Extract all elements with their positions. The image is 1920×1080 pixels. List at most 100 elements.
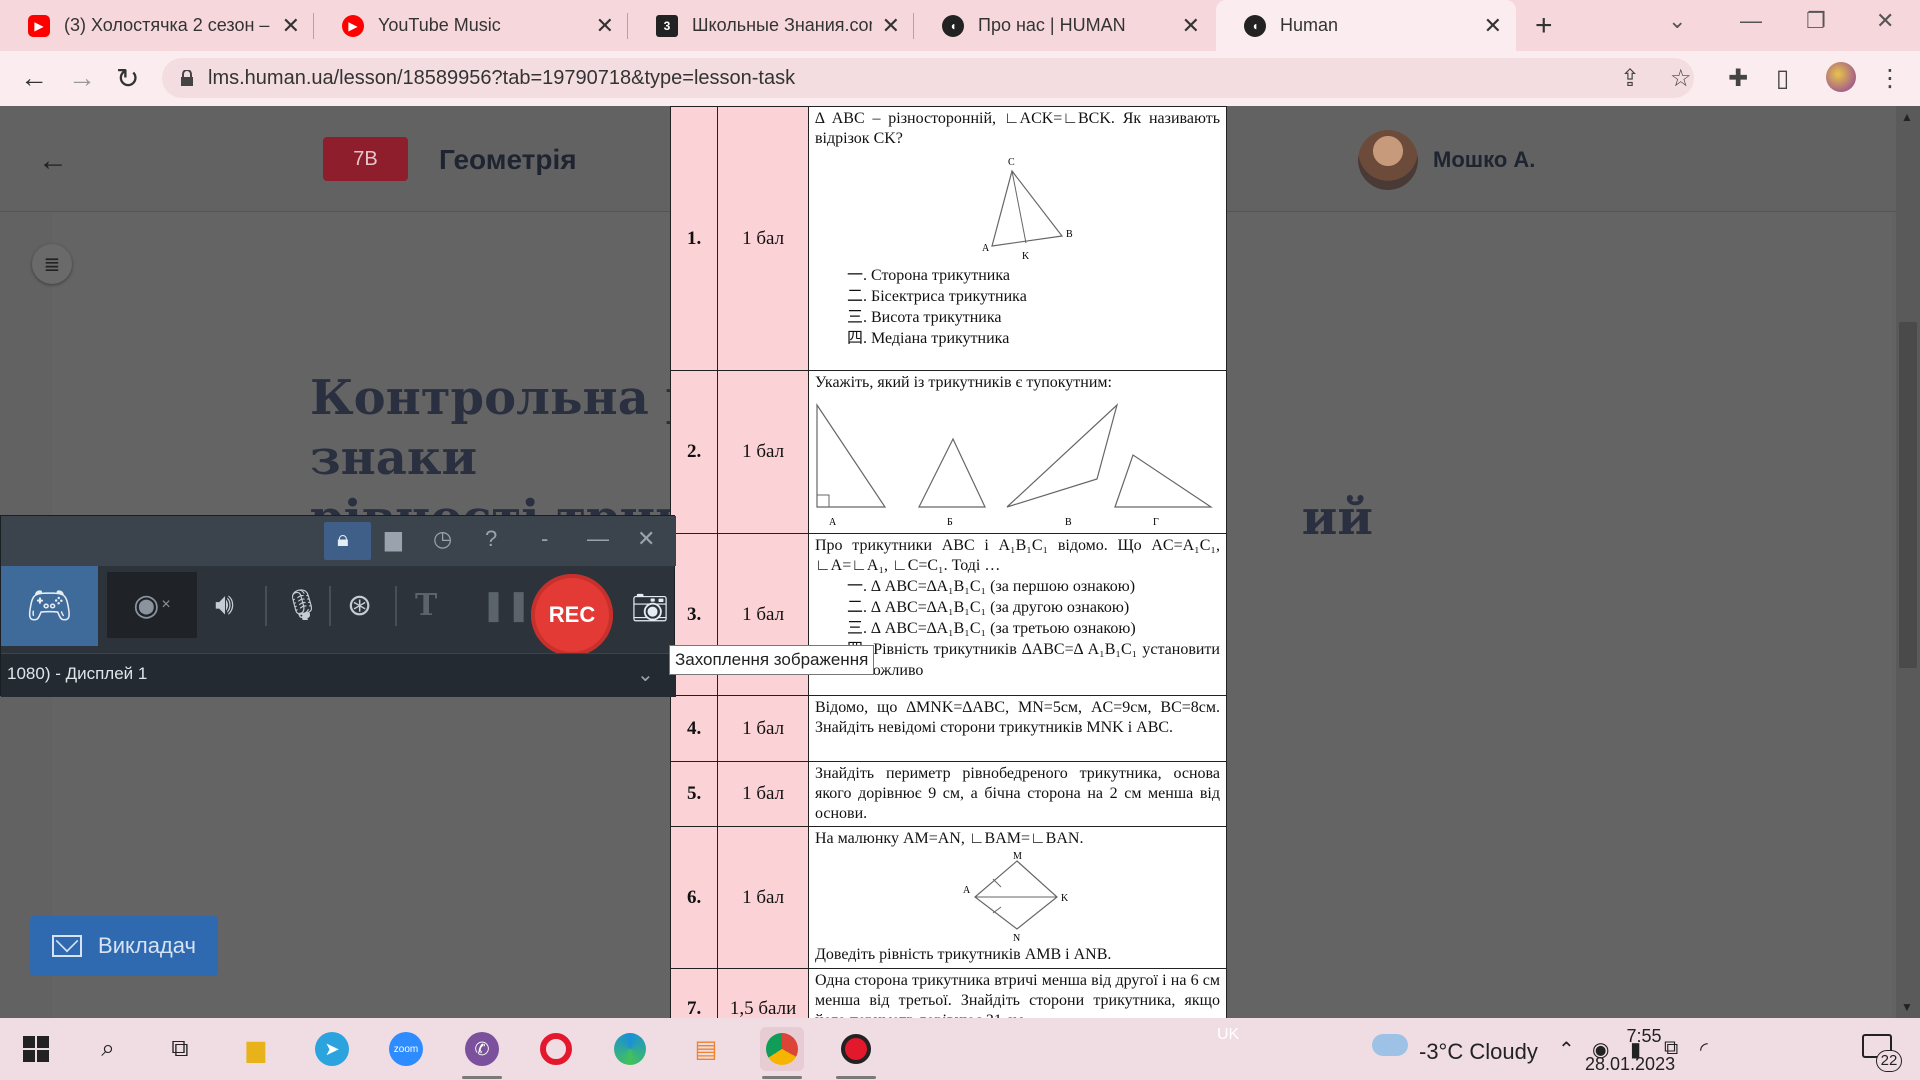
task-text: На малюнку AM=AN, ∟BAM=∟BAN. M A K N Дов…: [807, 826, 1227, 969]
telegram-icon[interactable]: ➤: [310, 1027, 354, 1071]
chrome-icon[interactable]: [760, 1027, 804, 1071]
cursor-click-icon[interactable]: ⊛: [347, 588, 372, 623]
option-1: ⼀. Сторона трикутника: [846, 267, 1010, 284]
minimize-icon[interactable]: —: [587, 526, 609, 552]
speaker-icon[interactable]: 🔊︎: [215, 588, 234, 622]
search-icon[interactable]: ⌕: [86, 1027, 130, 1071]
table-row: 6. 1 бал На малюнку AM=AN, ∟BAM=∟BAN. M …: [670, 826, 1227, 969]
extensions-puzzle-icon[interactable]: ✚: [1728, 64, 1748, 93]
option-3: 三. Висота трикутника: [846, 309, 1002, 326]
forward-arrow-icon[interactable]: →: [68, 62, 96, 94]
clock-time[interactable]: 7:55: [1598, 1026, 1690, 1047]
close-icon[interactable]: ✕: [882, 13, 900, 39]
task-number: 2.: [670, 370, 719, 534]
pause-icon[interactable]: ❚❚: [481, 588, 531, 623]
close-icon[interactable]: ✕: [1182, 13, 1200, 39]
task-view-icon[interactable]: ⧉: [158, 1027, 202, 1071]
task-number: 4.: [670, 695, 719, 762]
close-icon[interactable]: ✕: [596, 13, 614, 39]
task-points: 1 бал: [717, 761, 809, 827]
divider: [395, 586, 397, 626]
option-4: 四. Медіана трикутника: [846, 330, 1010, 347]
task-number: 6.: [670, 826, 719, 969]
record-button[interactable]: REC: [531, 574, 613, 656]
folder-icon[interactable]: ▆: [385, 526, 402, 552]
windows-start-icon[interactable]: [14, 1027, 58, 1071]
close-icon[interactable]: ✕: [637, 526, 655, 552]
svg-text:K: K: [1061, 893, 1069, 904]
back-arrow-icon[interactable]: ←: [38, 144, 68, 178]
app-running-indicator: [836, 1076, 876, 1079]
human-icon: ◖: [1244, 14, 1266, 37]
tab-title: YouTube Music: [378, 15, 501, 35]
close-icon[interactable]: ✕: [282, 13, 300, 39]
weather-widget[interactable]: -3°C Cloudy: [1419, 1039, 1538, 1065]
camera-icon[interactable]: 📷︎: [631, 591, 669, 626]
viber-icon[interactable]: ✆: [460, 1027, 504, 1071]
back-arrow-icon[interactable]: ←: [20, 62, 48, 94]
close-icon[interactable]: ✕: [1484, 13, 1502, 39]
svg-text:M: M: [1013, 851, 1022, 862]
reload-icon[interactable]: ↻: [116, 62, 139, 95]
task-text: Одна сторона трикутника втричі менша від…: [807, 968, 1227, 1018]
browser-tab-bar: ▶ (3) Холостячка 2 сезон – ✕ ▶ YouTube M…: [0, 0, 1920, 51]
opera-icon[interactable]: [534, 1027, 578, 1071]
cloud-icon: [1372, 1034, 1408, 1056]
table-row: 7. 1,5 бали Одна сторона трикутника втри…: [670, 968, 1227, 1018]
recorder-app-icon[interactable]: [834, 1027, 878, 1071]
clock-icon[interactable]: ◷: [433, 526, 452, 552]
teacher-avatar[interactable]: [1358, 130, 1418, 190]
language-indicator[interactable]: UK: [1217, 1026, 1239, 1044]
document-app-icon[interactable]: ▤: [684, 1027, 728, 1071]
bookmark-star-icon[interactable]: ☆: [1670, 64, 1692, 93]
scroll-up-arrow-icon[interactable]: ▲: [1901, 110, 1913, 124]
webcam-off-icon[interactable]: ◉ ×: [107, 572, 197, 638]
file-explorer-icon[interactable]: ▆: [234, 1027, 278, 1071]
kebab-menu-icon[interactable]: ⋮: [1878, 64, 1902, 93]
wifi-icon[interactable]: ◜: [1700, 1037, 1708, 1062]
screenshot-tooltip: Захоплення зображення: [669, 645, 875, 675]
option-2: ⼆. ∆ ABC=∆A₁B₁C₁ (за другою ознакою): [846, 599, 1130, 616]
browser-tab-3[interactable]: 3 Школьные Знания.com - ✕: [628, 0, 914, 51]
youtube-icon: ▶: [28, 14, 50, 37]
browser-tab-4[interactable]: ◖ Про нас | HUMAN ✕: [914, 0, 1214, 51]
lesson-menu-icon[interactable]: ≣: [32, 244, 72, 284]
contact-teacher-button[interactable]: Викладач: [30, 916, 218, 976]
option-4: 四. Рівність трикутників ∆ABC=∆ A₁B₁C₁ ус…: [846, 641, 1220, 679]
browser-tab-2[interactable]: ▶ YouTube Music ✕: [314, 0, 628, 51]
new-tab-icon[interactable]: +: [1535, 9, 1553, 43]
svg-text:C: C: [1008, 157, 1015, 168]
minimize-icon[interactable]: —: [1740, 8, 1762, 34]
restore-icon[interactable]: ❐: [1806, 8, 1826, 34]
scrollbar-thumb[interactable]: [1899, 322, 1917, 668]
task-points: 1,5 бали: [717, 968, 809, 1018]
svg-text:N: N: [1013, 933, 1020, 943]
tab-search-chevron-icon[interactable]: ⌄: [1668, 8, 1686, 34]
profile-avatar[interactable]: [1826, 62, 1856, 92]
window-close-icon[interactable]: ✕: [1876, 8, 1894, 34]
address-bar[interactable]: lms.human.ua/lesson/18589956?tab=1979071…: [162, 58, 1694, 98]
game-mode-icon[interactable]: 🎮︎: [1, 566, 98, 646]
task-text: Знайдіть периметр рівнобедреного трикутн…: [807, 761, 1227, 827]
zoom-icon[interactable]: zoom: [384, 1027, 428, 1071]
browser-tab-1[interactable]: ▶ (3) Холостячка 2 сезон – ✕: [0, 0, 314, 51]
share-icon[interactable]: ⇪: [1620, 64, 1640, 93]
tab-title: Школьные Знания.com -: [692, 15, 872, 35]
edge-icon[interactable]: [608, 1027, 652, 1071]
chevron-down-icon[interactable]: ⌄: [637, 662, 654, 687]
scroll-down-arrow-icon[interactable]: ▼: [1901, 1000, 1913, 1014]
text-tool-icon[interactable]: T: [415, 588, 437, 623]
screen-recorder-panel: 🔒︎ ▆ ◷ ? - — ✕ 🎮︎ ◉ × 🔊︎ 🎙︎ ⊛ T ❚❚ REC 📷︎…: [0, 515, 676, 697]
task-number: 5.: [670, 761, 719, 827]
help-icon[interactable]: ?: [485, 526, 497, 552]
task-number: 1.: [670, 106, 719, 371]
teacher-name[interactable]: Мошко А.: [1433, 147, 1535, 173]
collapse-icon[interactable]: -: [541, 526, 548, 552]
browser-tab-5-active[interactable]: ◖ Human ✕: [1216, 0, 1516, 51]
tab-title: Human: [1280, 15, 1339, 35]
task-points: 1 бал: [717, 106, 809, 371]
microphone-icon[interactable]: 🎙︎: [283, 588, 321, 623]
side-panel-icon[interactable]: ▯: [1776, 64, 1789, 93]
clock-date[interactable]: 28.01.2023: [1585, 1054, 1675, 1075]
tray-chevron-up-icon[interactable]: ⌃: [1558, 1037, 1575, 1062]
